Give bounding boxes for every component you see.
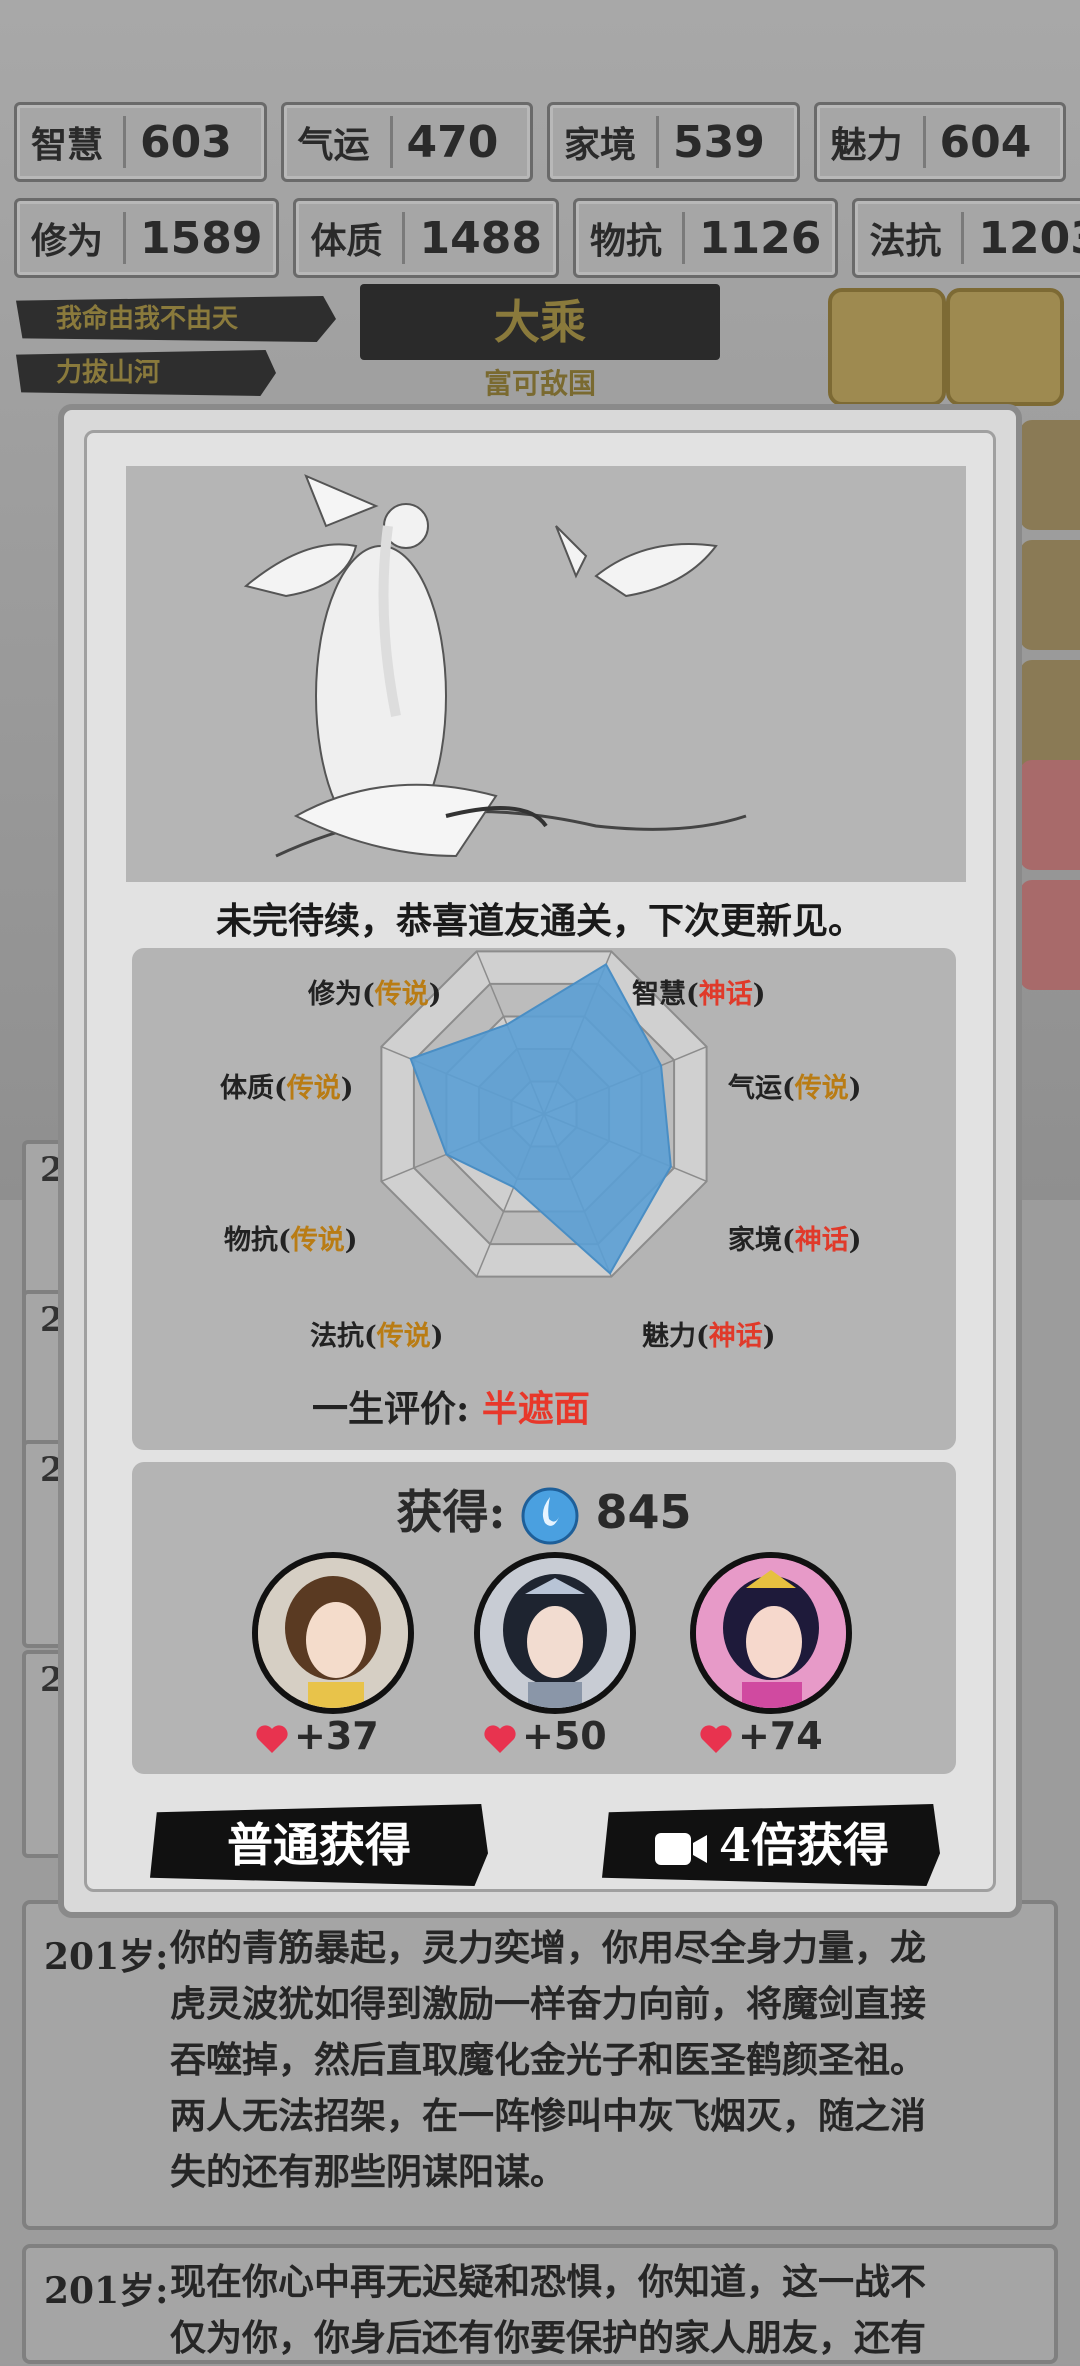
ending-artwork <box>126 466 966 882</box>
affection-gain: +37 <box>254 1714 379 1758</box>
event-line: 你的青筋暴起，灵力奕增，你用尽全身力量，龙 <box>170 1927 927 1969</box>
video-claim-label: 4倍获得 <box>718 1818 889 1872</box>
talent-badge[interactable]: 我命由我不由天 <box>16 296 336 342</box>
talent-badge[interactable]: 力拔山河 <box>16 350 276 396</box>
talent-label: 力拔山河 <box>56 358 161 388</box>
reward-amount: 845 <box>595 1485 692 1539</box>
reward-row: 获得: 845 <box>132 1476 956 1545</box>
companion-avatar[interactable] <box>252 1552 414 1714</box>
heart-icon <box>256 1724 288 1753</box>
stat-value: 1589 <box>140 212 263 264</box>
lifetime-rating: 一生评价: 半遮面 <box>312 1380 590 1432</box>
stat-luck: 气运 470 <box>280 102 533 182</box>
stat-charm: 魅力 604 <box>813 102 1066 182</box>
radar-label-physique: 体质(传说) <box>220 1073 354 1104</box>
equip-slot[interactable] <box>1020 540 1080 650</box>
companion-portrait-1 <box>258 1558 408 1708</box>
equip-slot[interactable] <box>1020 420 1080 530</box>
radar-label-luck: 气运(传说) <box>728 1073 862 1104</box>
radar-label-cultivation: 修为(传说) <box>308 979 442 1010</box>
event-text: 你的青筋暴起，灵力奕增，你用尽全身力量，龙 虎灵波犹如得到激励一样奋力向前，将魔… <box>170 1920 926 2200</box>
stat-value: 1488 <box>419 212 542 264</box>
heart-icon <box>700 1724 732 1753</box>
stat-label: 气运 <box>298 116 393 168</box>
reward-panel: 获得: 845 +37 +50 +74 <box>132 1462 956 1774</box>
realm-subtitle: 富可敌国 <box>483 367 596 400</box>
stat-label: 修为 <box>31 212 126 264</box>
stat-label: 智慧 <box>31 116 126 168</box>
event-line: 仅为你，你身后还有你要保护的家人朋友，还有 <box>170 2317 927 2359</box>
event-age: 201岁: <box>44 2270 169 2312</box>
immortal-crane-illustration <box>126 466 966 882</box>
event-text: 现在你心中再无迟疑和恐惧，你知道，这一战不 仅为你，你身后还有你要保护的家人朋友… <box>170 2254 926 2366</box>
event-age: 201岁: <box>44 1936 169 1978</box>
stat-value: 1126 <box>698 212 822 264</box>
ending-caption: 未完待续，恭喜道友通关，下次更新见。 <box>215 900 864 942</box>
stat-value: 604 <box>939 116 1032 168</box>
stats-row-2: 修为 1589 体质1488 物抗1126 法抗1203 <box>14 198 1080 278</box>
event-line: 现在你心中再无迟疑和恐惧，你知道，这一战不 <box>170 2261 927 2303</box>
stat-family: 家境 539 <box>547 102 800 182</box>
affection-gain: +50 <box>482 1714 607 1758</box>
video-claim-button[interactable]: 4倍获得 <box>602 1804 940 1886</box>
radar-label-wisdom: 智慧(神话) <box>632 979 766 1010</box>
companion-avatar[interactable] <box>690 1552 852 1714</box>
radar-label-charm: 魅力(神话) <box>642 1321 776 1352</box>
ending-modal: 未完待续，恭喜道友通关，下次更新见。 修为(传说) 智慧(神话) 体质(传说) … <box>58 404 1022 1918</box>
radar-label-phys-resist: 物抗(传说) <box>224 1225 358 1256</box>
stat-cultivation: 修为 1589 <box>14 198 280 278</box>
companion-portrait-2 <box>480 1558 630 1708</box>
stat-magic-resist: 法抗1203 <box>852 198 1080 278</box>
realm-title: 大乘 <box>360 284 720 360</box>
stat-value: 470 <box>406 116 499 168</box>
affection-gain: +74 <box>698 1714 823 1758</box>
companion-avatar[interactable] <box>474 1552 636 1714</box>
stat-label: 体质 <box>310 212 406 264</box>
stats-row-1: 智慧 603 气运 470 家境 539 魅力 604 <box>14 102 1066 182</box>
reward-label: 获得: <box>396 1485 506 1539</box>
radar-chart <box>380 950 708 1278</box>
lifetime-label: 一生评价: <box>312 1388 470 1430</box>
stat-phys-resist: 物抗 1126 <box>572 198 839 278</box>
sword-icon[interactable] <box>946 288 1064 406</box>
equip-slot[interactable] <box>1020 760 1080 870</box>
heart-icon <box>484 1724 516 1753</box>
attribute-radar-panel: 修为(传说) 智慧(神话) 体质(传说) 气运(传说) 物抗(传说) 家境(神话… <box>132 948 956 1450</box>
companion-portrait-3 <box>696 1558 846 1708</box>
event-line: 失的还有那些阴谋阳谋。 <box>170 2151 567 2193</box>
event-line: 吞噬掉，然后直取魔化金光子和医圣鹤颜圣祖。 <box>170 2039 927 2081</box>
radar-label-magic-resist: 法抗(传说) <box>310 1321 444 1352</box>
stat-value: 539 <box>673 116 765 168</box>
event-line: 两人无法招架，在一阵惨叫中灰飞烟灭，随之消 <box>170 2095 927 2137</box>
stat-label: 物抗 <box>590 212 685 264</box>
stat-label: 法抗 <box>869 212 965 264</box>
equip-slot[interactable] <box>1020 880 1080 990</box>
equip-slot[interactable] <box>1020 660 1080 770</box>
stat-value: 603 <box>140 116 232 168</box>
stat-label: 家境 <box>564 116 659 168</box>
stat-physique: 体质 1488 <box>293 198 559 278</box>
axe-icon[interactable] <box>828 288 946 406</box>
event-line: 虎灵波犹如得到激励一样奋力向前，将魔剑直接 <box>170 1983 927 2025</box>
talent-label: 我命由我不由天 <box>56 304 239 334</box>
lifetime-value: 半遮面 <box>481 1388 590 1430</box>
normal-claim-button[interactable]: 普通获得 <box>150 1804 488 1886</box>
stat-label: 魅力 <box>831 116 926 168</box>
spirit-stone-icon <box>521 1487 579 1545</box>
stat-value: 1203 <box>978 212 1080 264</box>
radar-label-family: 家境(神话) <box>728 1225 862 1256</box>
stat-wisdom: 智慧 603 <box>14 102 267 182</box>
video-camera-icon <box>654 1833 707 1865</box>
